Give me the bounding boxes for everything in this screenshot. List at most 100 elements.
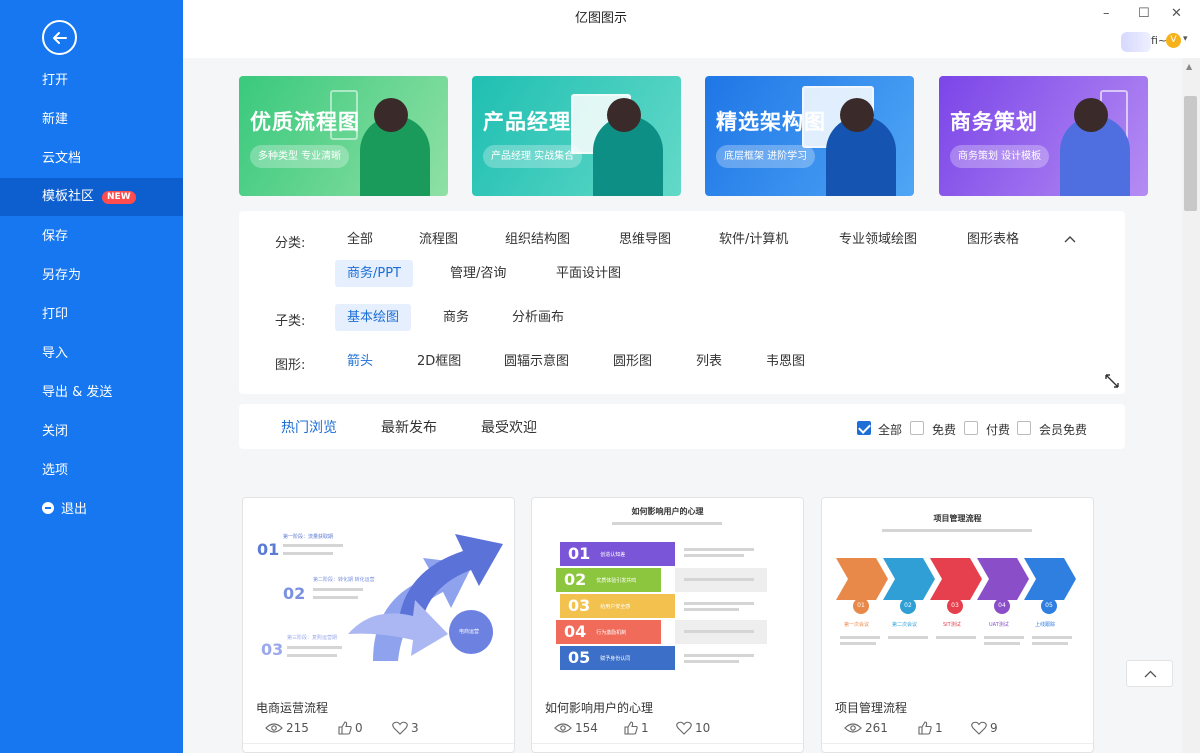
chevron-up-icon [1144,670,1157,678]
thumb-number: 02 [283,584,306,603]
subcategory-label: 子类: [275,314,306,329]
category-option[interactable]: 流程图 [407,226,470,253]
category-option[interactable]: 平面设计图 [544,260,633,287]
step-number: 01 [853,598,869,614]
sidebar-item-export-send[interactable]: 导出 & 发送 [0,374,183,412]
category-option[interactable]: 专业领域绘图 [827,226,929,253]
back-to-top-button[interactable] [1126,660,1173,687]
subcategory-option[interactable]: 商务 [431,304,481,331]
shape-option-active[interactable]: 箭头 [335,348,385,375]
template-thumbnail: 如何影响用户的心理 01 创造认知差 02 优质体验引发共鸣 03 给用户安全感 04… [532,498,803,690]
category-option-active[interactable]: 商务/PPT [335,260,413,287]
checkbox-label: 会员免费 [1039,423,1088,437]
person-head-icon [607,98,641,132]
checkbox-paid[interactable] [964,421,978,435]
sidebar-item-exit[interactable]: 退出 [0,491,183,529]
scrollbar-thumb[interactable] [1184,96,1197,211]
vip-icon[interactable]: V [1166,33,1181,48]
template-card[interactable]: 项目管理流程 01 02 03 04 05 第一次会议 第二次会议 SIT测试 … [821,497,1094,753]
thumb-number: 03 [261,640,284,659]
sidebar-item-template-community[interactable]: 模板社区 NEW [0,178,183,216]
sidebar-item-save-as[interactable]: 另存为 [0,257,183,295]
step-number: 05 [1041,598,1057,614]
banner-subtitle: 产品经理 实战集合 [483,145,583,168]
back-button[interactable] [42,20,77,55]
shape-option[interactable]: 2D框图 [405,348,473,375]
sidebar-item-print[interactable]: 打印 [0,296,183,334]
expand-icon[interactable] [1104,373,1120,389]
chevron-up-icon[interactable] [1063,232,1077,246]
tab-most-liked[interactable]: 最受欢迎 [481,417,537,437]
checkbox-all[interactable] [857,421,871,435]
shape-option[interactable]: 列表 [684,348,734,375]
new-badge: NEW [102,191,136,204]
favorites-stat[interactable]: 9 [971,721,998,735]
sidebar-item-options[interactable]: 选项 [0,452,183,490]
step-label: 上线跟踪 [1035,622,1056,628]
divider [532,743,803,744]
heart-icon [392,721,408,735]
checkbox-member-free[interactable] [1017,421,1031,435]
likes-stat[interactable]: 1 [624,721,649,735]
views-stat: 261 [844,721,888,735]
sidebar-item-import[interactable]: 导入 [0,335,183,373]
favorites-stat[interactable]: 3 [392,721,419,735]
minimize-button[interactable]: – [1103,6,1110,21]
user-name[interactable]: fi~ [1151,34,1167,47]
sidebar-item-close[interactable]: 关闭 [0,413,183,451]
step-number: 04 [994,598,1010,614]
thumb-heading: 项目管理流程 [933,514,982,523]
tab-popular[interactable]: 热门浏览 [281,417,337,437]
card-title[interactable]: 如何影响用户的心理 [545,699,653,716]
category-option[interactable]: 思维导图 [607,226,683,253]
template-card[interactable]: 如何影响用户的心理 01 创造认知差 02 优质体验引发共鸣 03 给用户安全感 04… [531,497,804,753]
close-button[interactable]: ✕ [1171,6,1182,21]
template-card[interactable]: 01 02 03 第一阶段：流量获取期 第二阶段：转化期 转化运营 第三阶段：复… [242,497,515,753]
chevron-process-icon [836,558,1076,600]
thumb-heading: 如何影响用户的心理 [631,507,704,516]
shape-option[interactable]: 韦恩图 [754,348,817,375]
thumb-bar: 04 行为激励机制 [556,620,661,644]
category-option[interactable]: 全部 [335,226,385,253]
likes-stat[interactable]: 1 [918,721,943,735]
banner-product-manager[interactable]: 产品经理 产品经理 实战集合 [472,76,681,196]
eye-icon [265,723,283,733]
thumb-bar: 05 赋予身份认同 [560,646,675,670]
banner-architecture[interactable]: 精选架构图 底层框架 进阶学习 [705,76,914,196]
arrows-illustration-icon [348,534,503,661]
category-option[interactable]: 组织结构图 [493,226,582,253]
sidebar-item-open[interactable]: 打开 [0,62,183,100]
sidebar-item-save[interactable]: 保存 [0,218,183,256]
step-label: 第二次会议 [892,622,918,628]
subcategory-option-active[interactable]: 基本绘图 [335,304,412,331]
checkbox-free[interactable] [910,421,924,435]
card-title[interactable]: 电商运营流程 [256,699,328,716]
step-label: 第一次会议 [844,622,870,628]
banner-business-planning[interactable]: 商务策划 商务策划 设计模板 [939,76,1148,196]
shape-option[interactable]: 圆辐示意图 [492,348,581,375]
likes-stat[interactable]: 0 [338,721,363,735]
maximize-button[interactable]: ☐ [1138,6,1150,21]
thumbs-up-icon [338,721,352,735]
banner-title: 精选架构图 [716,110,826,134]
divider [243,743,514,744]
favorites-stat[interactable]: 10 [676,721,710,735]
chevron-down-icon[interactable]: ▾ [1183,34,1188,44]
sidebar-item-cloud-docs[interactable]: 云文档 [0,140,183,178]
sidebar-item-new[interactable]: 新建 [0,101,183,139]
category-option[interactable]: 图形表格 [955,226,1031,253]
banner-flowchart[interactable]: 优质流程图 多种类型 专业清晰 [239,76,448,196]
tab-latest[interactable]: 最新发布 [381,417,437,437]
shape-option[interactable]: 圆形图 [601,348,664,375]
card-title[interactable]: 项目管理流程 [835,699,907,716]
banner-title: 商务策划 [950,110,1038,134]
subcategory-option[interactable]: 分析画布 [500,304,576,331]
thumb-number: 01 [257,540,280,559]
avatar[interactable] [1121,32,1151,52]
step-label: UAT测试 [989,622,1009,628]
checkbox-label: 免费 [932,423,957,437]
scroll-up-icon[interactable]: ▲ [1186,62,1192,71]
category-option[interactable]: 管理/咨询 [438,260,518,287]
views-stat: 215 [265,721,309,735]
category-option[interactable]: 软件/计算机 [707,226,800,253]
